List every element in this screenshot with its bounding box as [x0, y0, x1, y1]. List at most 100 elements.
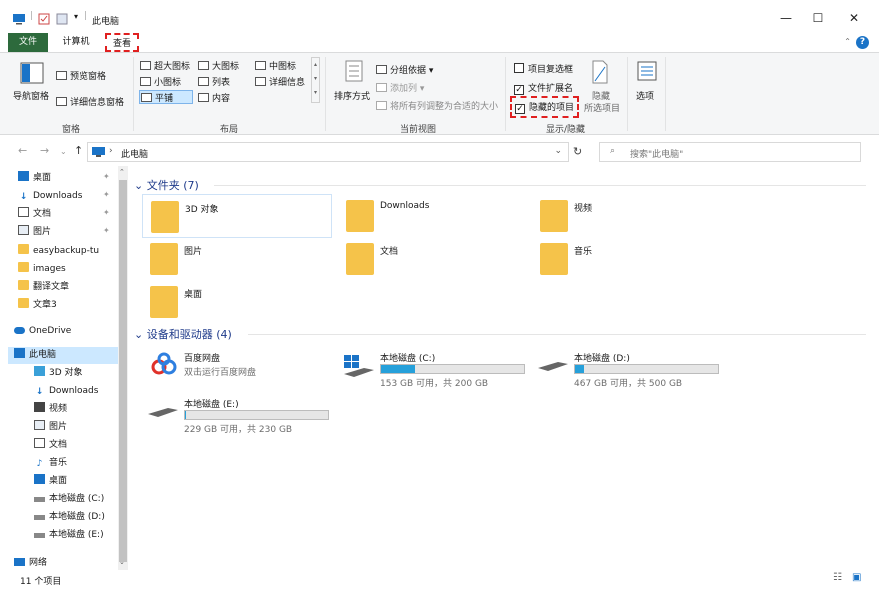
large-icons-view-icon[interactable]: ▣ [852, 572, 861, 583]
drive-icon [538, 362, 568, 371]
forward-icon[interactable]: → [40, 144, 49, 157]
folder-desktop[interactable]: 桌面 [142, 280, 332, 324]
customize-qat-icon[interactable]: ▾ [74, 12, 78, 21]
sidebar-item-videos[interactable]: 视频 [34, 401, 67, 417]
sidebar-item-documents[interactable]: 文档 [34, 437, 67, 453]
pin-icon[interactable]: ✦ [103, 190, 110, 199]
item-checkboxes-toggle[interactable]: 项目复选框 [514, 62, 573, 75]
folder-pictures[interactable]: 图片 [142, 237, 332, 281]
maximize-button[interactable]: ☐ [798, 6, 838, 30]
drive-c[interactable]: 本地磁盘 (C:) 153 GB 可用，共 200 GB [338, 344, 528, 389]
status-bar: 11 个项目 ☷ ▣ [0, 570, 879, 596]
help-icon[interactable]: ? [856, 36, 869, 49]
new-folder-icon[interactable] [56, 13, 68, 25]
back-icon[interactable]: ← [18, 144, 27, 157]
details-pane-button[interactable]: 详细信息窗格 [56, 95, 124, 108]
drive-icon [34, 533, 45, 538]
sidebar-item-onedrive[interactable]: OneDrive [14, 323, 71, 339]
content-icon [198, 93, 209, 102]
folder-documents[interactable]: 文档 [338, 237, 528, 281]
videos-folder-icon [540, 200, 568, 232]
sidebar-item-3d-objects[interactable]: 3D 对象 [34, 365, 83, 381]
folder-music[interactable]: 音乐 [532, 237, 722, 281]
sidebar-item-folder[interactable]: easybackup-tu [18, 243, 99, 259]
layout-tiles[interactable]: 平铺 [139, 90, 193, 104]
ribbon: 导航窗格 预览窗格 详细信息窗格 窗格 超大图标 大图标 中图标 小图标 列表 … [0, 52, 879, 135]
layout-content[interactable]: 内容 [198, 91, 230, 104]
refresh-icon[interactable]: ↻ [573, 145, 582, 158]
scroll-up-icon[interactable]: ⌃ [119, 168, 125, 176]
group-label-current-view: 当前视图 [400, 125, 437, 135]
nav-pane-button[interactable]: 导航窗格 [13, 89, 49, 102]
chevron-down-icon[interactable]: ⌄ [554, 146, 562, 156]
properties-icon[interactable] [38, 13, 50, 25]
downloads-folder-icon [346, 200, 374, 232]
sidebar-item-drive-e[interactable]: 本地磁盘 (E:) [34, 527, 104, 543]
folder-videos[interactable]: 视频 [532, 194, 722, 238]
drive-d[interactable]: 本地磁盘 (D:) 467 GB 可用，共 500 GB [532, 344, 722, 389]
search-icon: ⌕ [610, 146, 616, 156]
layout-xl-icons[interactable]: 超大图标 [140, 59, 190, 72]
computer-icon [13, 14, 25, 25]
details-view-icon[interactable]: ☷ [833, 572, 842, 583]
devices-group-header[interactable]: ⌄ 设备和驱动器 (4) [134, 326, 232, 342]
layout-medium-icons[interactable]: 中图标 [255, 59, 296, 72]
folder-downloads[interactable]: Downloads [338, 194, 528, 238]
tab-view[interactable]: 查看 [105, 33, 139, 52]
file-extensions-toggle[interactable]: ✓ 文件扩展名 [514, 81, 573, 95]
sidebar-item-pictures[interactable]: 图片 [18, 224, 51, 240]
drive-e[interactable]: 本地磁盘 (E:) 229 GB 可用，共 230 GB [142, 390, 332, 435]
sidebar-item-folder[interactable]: 翻译文章 [18, 279, 69, 295]
separator: | [84, 11, 88, 21]
checkbox-checked[interactable]: ✓ [515, 104, 525, 114]
sidebar-item-drive-c[interactable]: 本地磁盘 (C:) [34, 491, 104, 507]
hide-selected-icon [592, 60, 608, 84]
recent-icon[interactable]: ⌄ [60, 147, 67, 156]
tab-file[interactable]: 文件 [8, 33, 48, 52]
group-by-button[interactable]: 分组依据 ▾ [376, 63, 433, 76]
sidebar-scroll-thumb[interactable] [119, 180, 127, 562]
options-button[interactable]: 选项 [636, 89, 654, 102]
sort-by-button[interactable]: 排序方式 [334, 89, 370, 102]
sidebar-item-desktop[interactable]: 桌面 [34, 473, 67, 489]
app-baidu-netdisk[interactable]: 百度网盘 双击运行百度网盘 [142, 344, 332, 388]
sidebar-item-network[interactable]: 网络 [14, 555, 47, 571]
layout-small-icons[interactable]: 小图标 [140, 75, 181, 88]
sidebar-item-this-pc[interactable]: 此电脑 [14, 347, 56, 363]
sidebar-item-documents[interactable]: 文档 [18, 206, 51, 222]
pin-icon[interactable]: ✦ [103, 226, 110, 235]
sidebar-item-music[interactable]: ♪ 音乐 [34, 455, 67, 471]
preview-pane-icon [56, 71, 67, 80]
layout-list[interactable]: 列表 [198, 75, 230, 88]
pin-icon[interactable]: ✦ [103, 172, 110, 181]
add-columns-button[interactable]: 添加列 ▾ [376, 81, 424, 94]
drive-usage-fill [381, 365, 415, 373]
tab-computer[interactable]: 计算机 [56, 33, 96, 52]
desktop-folder-icon [150, 286, 178, 318]
preview-pane-button[interactable]: 预览窗格 [56, 69, 106, 82]
layout-details[interactable]: 详细信息 [255, 75, 305, 88]
up-icon[interactable]: ↑ [74, 144, 83, 157]
checkbox-checked[interactable]: ✓ [514, 85, 524, 95]
layout-large-icons[interactable]: 大图标 [198, 59, 239, 72]
checkbox[interactable] [514, 63, 524, 73]
sidebar-item-desktop[interactable]: 桌面 [18, 170, 51, 186]
address-bar[interactable]: › 此电脑 ⌄ [87, 142, 569, 162]
sidebar-item-downloads[interactable]: ↓ Downloads [18, 188, 83, 204]
search-input[interactable]: ⌕ 搜索"此电脑" [599, 142, 861, 162]
sidebar-item-drive-d[interactable]: 本地磁盘 (D:) [34, 509, 105, 525]
folder-3d-objects[interactable]: 3D 对象 [142, 194, 332, 238]
pin-icon[interactable]: ✦ [103, 208, 110, 217]
folders-group-header[interactable]: ⌄ 文件夹 (7) [134, 177, 199, 193]
navigation-pane-icon [20, 62, 44, 84]
sidebar-item-downloads[interactable]: ↓ Downloads [34, 383, 99, 399]
sidebar-item-pictures[interactable]: 图片 [34, 419, 67, 435]
layout-scroll[interactable]: ▴ ▾ ▾ [311, 57, 320, 103]
scroll-down-icon[interactable]: ⌄ [119, 558, 125, 566]
collapse-ribbon-icon[interactable]: ⌃ [844, 37, 851, 46]
hidden-items-toggle[interactable]: ✓ 隐藏的项目 [510, 96, 580, 118]
sidebar-item-folder[interactable]: 文章3 [18, 297, 57, 313]
close-button[interactable]: ✕ [834, 6, 874, 30]
size-columns-button[interactable]: 将所有列调整为合适的大小 [376, 99, 498, 112]
sidebar-item-folder[interactable]: images [18, 261, 66, 277]
